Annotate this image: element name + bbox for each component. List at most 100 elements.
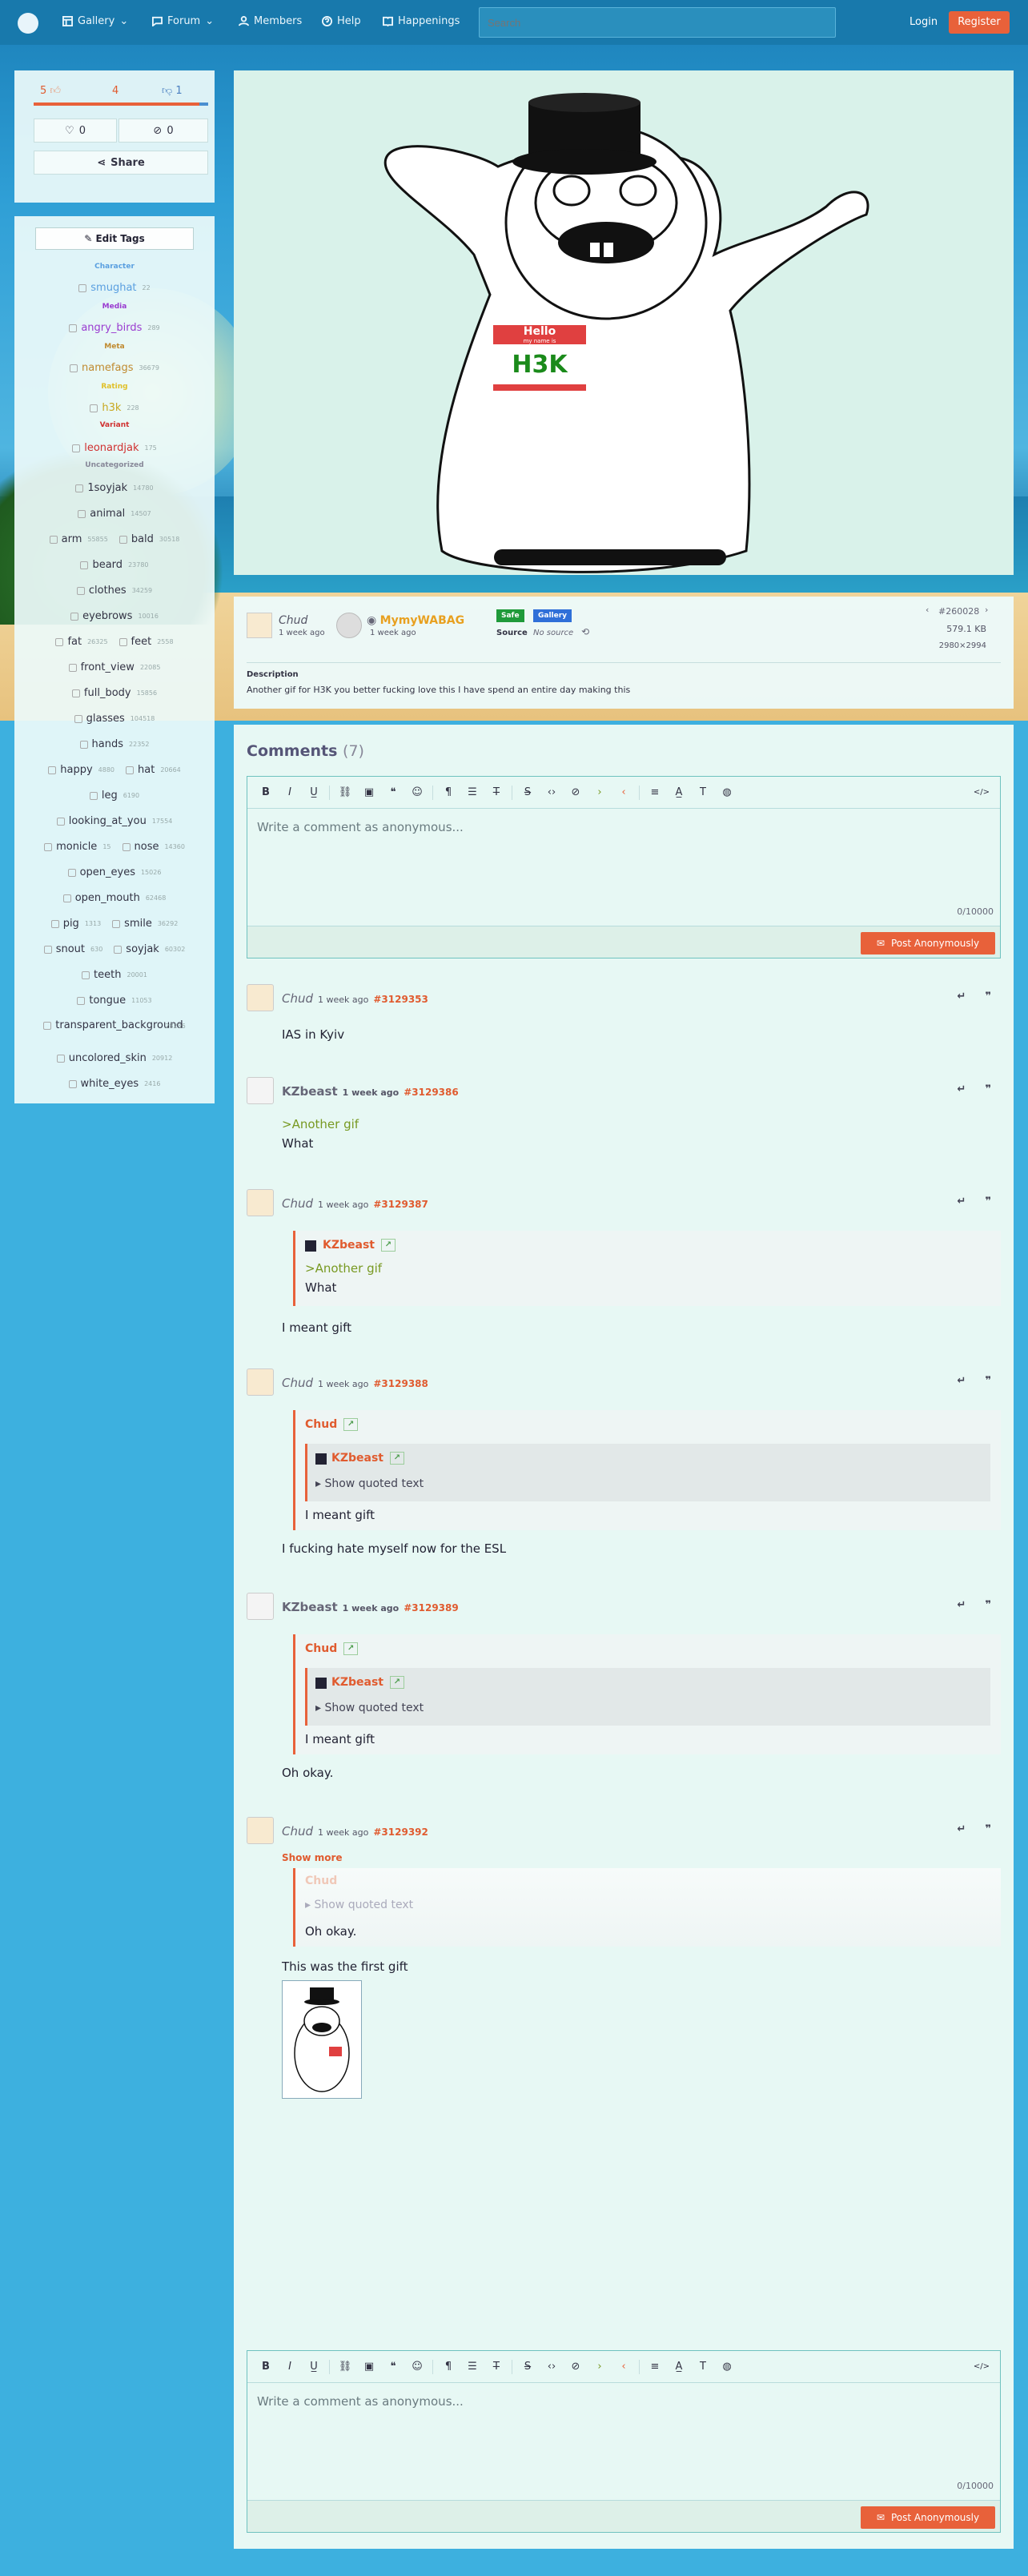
tag-hands[interactable]: hands 22352 bbox=[79, 738, 149, 750]
emoji-icon[interactable]: ☺ bbox=[405, 2355, 429, 2379]
tag-smile[interactable]: smile 36292 bbox=[112, 918, 178, 930]
jump-icon[interactable]: ↗ bbox=[343, 1642, 359, 1655]
show-quoted-toggle[interactable]: ▸ Show quoted text bbox=[315, 1477, 424, 1490]
tag-pig[interactable]: pig 1313 bbox=[50, 918, 101, 930]
tag-monicle[interactable]: monicle 15 bbox=[44, 841, 111, 853]
tag-soyjak[interactable]: soyjak 60302 bbox=[114, 943, 185, 955]
list-icon[interactable]: ☰ bbox=[460, 781, 484, 805]
search-input[interactable] bbox=[479, 7, 836, 38]
comment-id[interactable]: #3129388 bbox=[373, 1378, 428, 1389]
tag-eyebrows[interactable]: eyebrows 10016 bbox=[70, 610, 159, 622]
login-link[interactable]: Login bbox=[910, 16, 938, 28]
text-size-icon[interactable]: T bbox=[691, 781, 715, 805]
show-quoted-toggle[interactable]: ▸ Show quoted text bbox=[305, 1899, 413, 1911]
tag-white-eyes[interactable]: white_eyes 2416 bbox=[68, 1078, 160, 1090]
reply-icon[interactable]: ↵ bbox=[957, 1823, 966, 1835]
quote-icon[interactable]: ❞ bbox=[985, 1599, 991, 1611]
next-post-icon[interactable]: › bbox=[985, 605, 988, 615]
tag-fat[interactable]: fat 26325 bbox=[55, 636, 108, 648]
comment-textarea[interactable]: Write a comment as anonymous... bbox=[247, 809, 1000, 846]
quote-icon[interactable]: ❞ bbox=[985, 1083, 991, 1095]
color-icon[interactable]: A̲ bbox=[667, 781, 691, 805]
register-button[interactable]: Register bbox=[949, 11, 1010, 34]
quote-icon[interactable]: ❞ bbox=[985, 1823, 991, 1835]
tag-open-eyes[interactable]: open_eyes 15026 bbox=[67, 866, 161, 878]
hide-button[interactable]: ⊘ 0 bbox=[118, 119, 208, 143]
italic-icon[interactable]: I bbox=[278, 781, 302, 805]
strikethrough-icon[interactable]: S̶ bbox=[516, 2355, 540, 2379]
clear-format-icon[interactable]: T̶ bbox=[484, 2355, 508, 2379]
artist-name[interactable]: ◉ MymyWABAG bbox=[367, 614, 464, 627]
upvote-button[interactable]: 5 👍︎ bbox=[40, 85, 61, 97]
show-quoted-toggle[interactable]: ▸ Show quoted text bbox=[315, 1702, 424, 1714]
tag-leonardjak[interactable]: leonardjak 175 bbox=[72, 442, 157, 454]
tag-leg[interactable]: leg 6190 bbox=[89, 790, 139, 802]
post-image[interactable]: Hello my name is H3K bbox=[234, 70, 1014, 575]
quote-icon[interactable]: ❝ bbox=[381, 2355, 405, 2379]
reply-icon[interactable]: ↵ bbox=[957, 1196, 966, 1208]
nav-members[interactable]: Members bbox=[239, 15, 302, 27]
tag-arm[interactable]: arm 55855 bbox=[49, 533, 108, 545]
tag-glasses[interactable]: glasses 104518 bbox=[74, 713, 155, 725]
underline-icon[interactable]: U̲ bbox=[302, 781, 326, 805]
greentext-icon[interactable]: › bbox=[588, 781, 612, 805]
share-button[interactable]: ⋖ Share bbox=[34, 151, 208, 175]
source-view-icon[interactable]: </> bbox=[970, 2355, 994, 2379]
tag-looking-at-you[interactable]: looking_at_you 17554 bbox=[56, 815, 172, 827]
nav-forum[interactable]: Forum ⌄ bbox=[152, 15, 214, 27]
jump-icon[interactable]: ↗ bbox=[390, 1452, 404, 1465]
artist-avatar[interactable] bbox=[336, 613, 362, 638]
author-name[interactable]: Chud bbox=[282, 1376, 313, 1390]
nested-author-name[interactable]: KZbeast bbox=[331, 1452, 383, 1465]
paragraph-icon[interactable]: ¶ bbox=[436, 781, 460, 805]
tag-front-view[interactable]: front_view 22085 bbox=[68, 661, 160, 673]
tag-clothes[interactable]: clothes 34259 bbox=[76, 585, 152, 597]
italic-icon[interactable]: I bbox=[278, 2355, 302, 2379]
quote-icon[interactable]: ❞ bbox=[985, 991, 991, 1003]
author-name[interactable]: Chud bbox=[282, 1824, 313, 1839]
tag-full-body[interactable]: full_body 15856 bbox=[71, 687, 157, 699]
show-more-button[interactable]: Show more bbox=[282, 1852, 343, 1863]
avatar[interactable] bbox=[247, 1593, 274, 1620]
jump-icon[interactable]: ↗ bbox=[343, 1418, 359, 1431]
tag-snout[interactable]: snout 630 bbox=[43, 943, 102, 955]
avatar[interactable] bbox=[247, 1368, 274, 1396]
quote-author-name[interactable]: Chud bbox=[305, 1418, 337, 1431]
reply-icon[interactable]: ↵ bbox=[957, 1083, 966, 1095]
paragraph-icon[interactable]: ¶ bbox=[436, 2355, 460, 2379]
post-anonymously-button[interactable]: ✉ Post Anonymously bbox=[861, 2506, 995, 2529]
source-view-icon[interactable]: </> bbox=[970, 781, 994, 805]
avatar[interactable] bbox=[247, 1189, 274, 1216]
downvote-button[interactable]: 👎︎ 1 bbox=[162, 85, 183, 97]
prev-post-icon[interactable]: ‹ bbox=[926, 605, 929, 615]
uploader-name[interactable]: Chud bbox=[279, 614, 307, 627]
comment-id[interactable]: #3129353 bbox=[373, 994, 428, 1005]
tag-hat[interactable]: hat 20664 bbox=[126, 764, 181, 776]
reply-icon[interactable]: ↵ bbox=[957, 1375, 966, 1387]
history-icon[interactable]: ⟲ bbox=[581, 626, 589, 637]
quote-author-name[interactable]: Chud bbox=[305, 1642, 337, 1655]
tag-teeth[interactable]: teeth 20001 bbox=[82, 969, 147, 981]
edit-tags-button[interactable]: ✎ Edit Tags bbox=[35, 227, 194, 250]
post-anonymously-button[interactable]: ✉ Post Anonymously bbox=[861, 932, 995, 954]
rating-badge[interactable]: Safe bbox=[496, 609, 524, 622]
author-name[interactable]: Chud bbox=[282, 1196, 313, 1211]
reply-icon[interactable]: ↵ bbox=[957, 991, 966, 1003]
link-icon[interactable]: ⛓ bbox=[333, 781, 357, 805]
comment-id[interactable]: #3129386 bbox=[404, 1087, 459, 1098]
text-size-icon[interactable]: T bbox=[691, 2355, 715, 2379]
image-icon[interactable]: ▣ bbox=[357, 2355, 381, 2379]
tag-smughat[interactable]: smughat 22 bbox=[78, 282, 151, 294]
comment-thumbnail[interactable] bbox=[282, 1980, 362, 2099]
bold-icon[interactable]: B bbox=[254, 2355, 278, 2379]
avatar[interactable] bbox=[247, 1077, 274, 1104]
quote-icon[interactable]: ❞ bbox=[985, 1375, 991, 1387]
tag-animal[interactable]: animal 14507 bbox=[78, 508, 151, 520]
orangetext-icon[interactable]: ‹ bbox=[612, 2355, 636, 2379]
tag-angry-birds[interactable]: angry_birds 289 bbox=[69, 322, 160, 334]
nav-help[interactable]: Help bbox=[322, 15, 361, 27]
underline-icon[interactable]: U̲ bbox=[302, 2355, 326, 2379]
tag-bald[interactable]: bald 30518 bbox=[118, 533, 179, 545]
reply-icon[interactable]: ↵ bbox=[957, 1599, 966, 1611]
comment-textarea[interactable]: Write a comment as anonymous... bbox=[247, 2383, 1000, 2420]
